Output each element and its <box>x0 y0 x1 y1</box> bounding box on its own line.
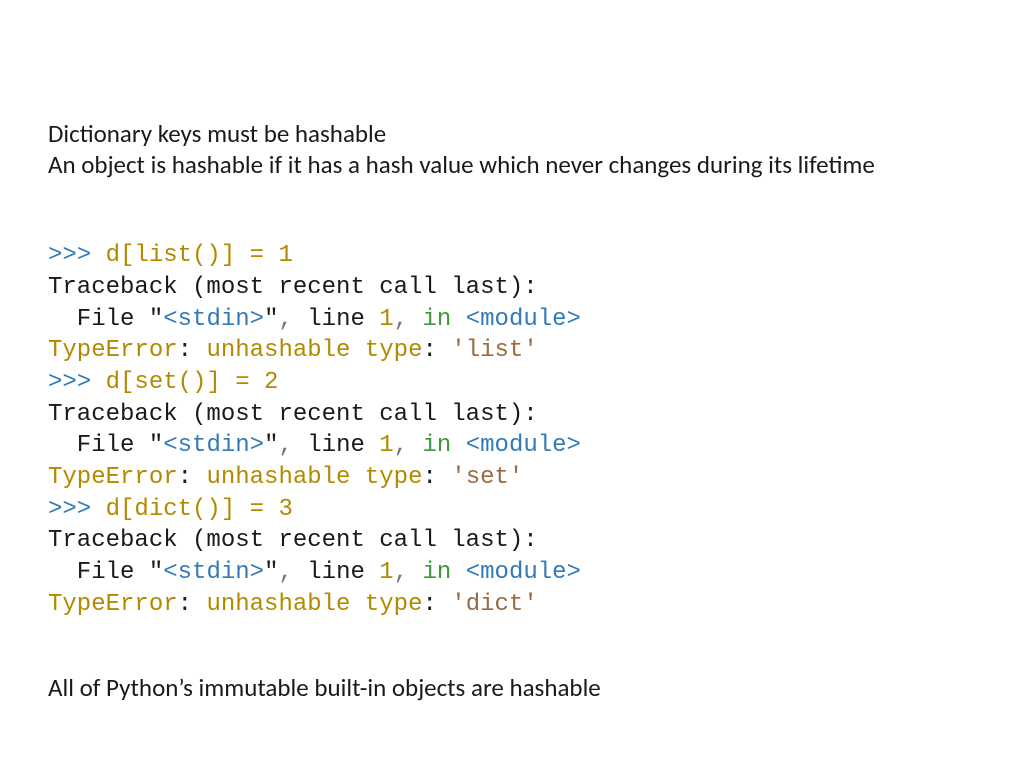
err-colon: : <box>422 591 451 618</box>
tb-sep: , <box>394 559 423 586</box>
heading-line-1: Dictionary keys must be hashable <box>48 118 976 149</box>
err-type: TypeError <box>48 337 178 364</box>
tb-sep: , <box>278 559 307 586</box>
err-type: TypeError <box>48 591 178 618</box>
tb-line-word: line <box>307 432 379 459</box>
tb-file: File <box>48 306 149 333</box>
tb-stdin: <stdin> <box>163 432 264 459</box>
tb-quote: " <box>149 559 163 586</box>
err-msg: unhashable type <box>206 464 422 491</box>
err-colon: : <box>178 591 207 618</box>
tb-quote: " <box>149 432 163 459</box>
traceback-header: Traceback (most recent call last): <box>48 274 538 301</box>
tb-line-num: 1 <box>379 306 393 333</box>
footer-line: All of Python’s immutable built-in objec… <box>48 672 976 703</box>
tb-sep: , <box>394 432 423 459</box>
err-msg: unhashable type <box>206 337 422 364</box>
err-quote: ' <box>451 337 465 364</box>
err-colon: : <box>178 464 207 491</box>
tb-in: in <box>423 432 466 459</box>
tb-file: File <box>48 432 149 459</box>
code-line: File "<stdin>", line 1, in <module> <box>48 306 581 333</box>
code-line: TypeError: unhashable type: 'list' <box>48 337 538 364</box>
err-msg: unhashable type <box>206 591 422 618</box>
code-block: >>> d[list()] = 1 Traceback (most recent… <box>48 209 976 621</box>
code-line: >>> d[list()] = 1 <box>48 242 293 269</box>
traceback-header: Traceback (most recent call last): <box>48 527 538 554</box>
err-quote: ' <box>509 464 523 491</box>
tb-sep: , <box>394 306 423 333</box>
err-type: TypeError <box>48 464 178 491</box>
tb-quote: " <box>264 432 278 459</box>
tb-in: in <box>423 306 466 333</box>
code-line: >>> d[dict()] = 3 <box>48 496 293 523</box>
err-value: set <box>466 464 509 491</box>
tb-module: <module> <box>466 559 581 586</box>
code-line: TypeError: unhashable type: 'dict' <box>48 591 538 618</box>
code-expr: d[list()] = <box>106 242 279 269</box>
tb-line-word: line <box>307 306 379 333</box>
err-colon: : <box>178 337 207 364</box>
tb-in: in <box>423 559 466 586</box>
tb-stdin: <stdin> <box>163 559 264 586</box>
tb-line-word: line <box>307 559 379 586</box>
tb-stdin: <stdin> <box>163 306 264 333</box>
err-value: dict <box>466 591 524 618</box>
tb-line-num: 1 <box>379 432 393 459</box>
err-value: list <box>466 337 524 364</box>
repl-prompt: >>> <box>48 496 106 523</box>
traceback-header: Traceback (most recent call last): <box>48 401 538 428</box>
err-quote: ' <box>523 337 537 364</box>
tb-line-num: 1 <box>379 559 393 586</box>
repl-prompt: >>> <box>48 242 106 269</box>
code-line: >>> d[set()] = 2 <box>48 369 278 396</box>
code-literal: 3 <box>278 496 292 523</box>
tb-quote: " <box>149 306 163 333</box>
tb-sep: , <box>278 432 307 459</box>
tb-module: <module> <box>466 306 581 333</box>
tb-quote: " <box>264 306 278 333</box>
tb-file: File <box>48 559 149 586</box>
code-line: TypeError: unhashable type: 'set' <box>48 464 523 491</box>
err-quote: ' <box>523 591 537 618</box>
tb-quote: " <box>264 559 278 586</box>
heading-block: Dictionary keys must be hashable An obje… <box>48 118 976 181</box>
err-quote: ' <box>451 591 465 618</box>
tb-module: <module> <box>466 432 581 459</box>
code-line: Traceback (most recent call last): <box>48 274 538 301</box>
heading-line-2: An object is hashable if it has a hash v… <box>48 149 976 180</box>
code-expr: d[dict()] = <box>106 496 279 523</box>
code-literal: 1 <box>278 242 292 269</box>
code-line: Traceback (most recent call last): <box>48 527 538 554</box>
err-colon: : <box>422 464 451 491</box>
repl-prompt: >>> <box>48 369 106 396</box>
code-expr: d[set()] = <box>106 369 264 396</box>
err-colon: : <box>422 337 451 364</box>
tb-sep: , <box>278 306 307 333</box>
code-line: File "<stdin>", line 1, in <module> <box>48 559 581 586</box>
slide: Dictionary keys must be hashable An obje… <box>0 0 1024 768</box>
code-line: File "<stdin>", line 1, in <module> <box>48 432 581 459</box>
err-quote: ' <box>451 464 465 491</box>
code-line: Traceback (most recent call last): <box>48 401 538 428</box>
code-literal: 2 <box>264 369 278 396</box>
